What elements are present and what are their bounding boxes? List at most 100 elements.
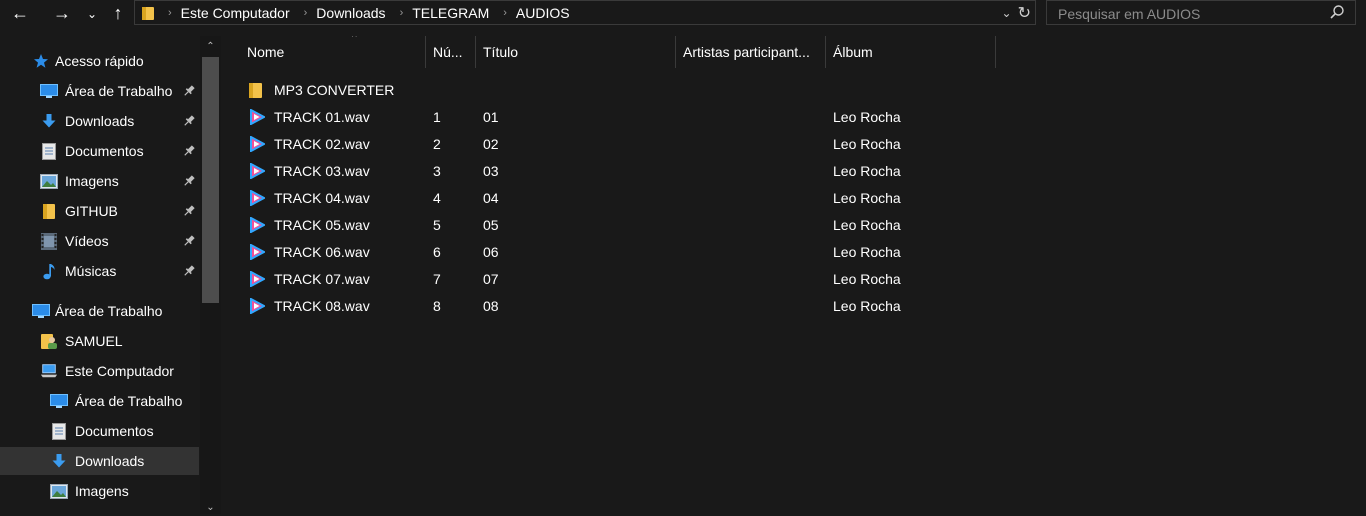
sidebar-item[interactable]: Vídeos — [0, 227, 199, 255]
file-number-cell: 7 — [433, 271, 441, 287]
navigation-bar: ← → ⌄ ↑ › Este Computador › Downloads › … — [0, 0, 1366, 27]
file-row[interactable]: TRACK 08.wav 8 08 Leo Rocha — [246, 293, 1006, 320]
column-header-name[interactable]: Nome ^ — [247, 36, 425, 68]
sidebar-item-label: Área de Trabalho — [65, 83, 173, 99]
search-input[interactable] — [1056, 4, 1320, 24]
file-row[interactable]: TRACK 07.wav 7 07 Leo Rocha — [246, 266, 1006, 293]
refresh-icon[interactable]: ↻ — [1018, 3, 1031, 23]
chevron-right-icon[interactable]: › — [168, 7, 172, 19]
up-arrow-icon[interactable]: ↑ — [106, 0, 130, 27]
sidebar-item-label: Downloads — [75, 453, 145, 469]
breadcrumb-item-este-computador[interactable]: Este Computador — [181, 5, 290, 21]
file-title-cell: 06 — [483, 244, 499, 260]
column-header-label: Álbum — [833, 44, 873, 60]
column-divider[interactable] — [425, 36, 426, 68]
recent-locations-chevron-icon[interactable]: ⌄ — [84, 0, 100, 27]
sidebar-item[interactable]: Documentos — [0, 417, 199, 445]
sidebar-item-label: Área de Trabalho — [75, 393, 183, 409]
column-divider[interactable] — [995, 36, 996, 68]
file-number-cell: 3 — [433, 163, 441, 179]
document-icon — [50, 422, 68, 440]
breadcrumb-item-telegram[interactable]: TELEGRAM — [412, 5, 489, 21]
file-row[interactable]: TRACK 01.wav 1 01 Leo Rocha — [246, 104, 1006, 131]
sidebar-item-label: Imagens — [65, 173, 119, 189]
sidebar-item[interactable]: Este Computador — [0, 357, 199, 385]
breadcrumb-item-downloads[interactable]: Downloads — [316, 5, 385, 21]
chevron-right-icon[interactable]: › — [304, 7, 308, 19]
column-header-title[interactable]: Título — [483, 36, 673, 68]
sidebar-item[interactable]: Área de Trabalho — [0, 387, 199, 415]
file-name-cell: TRACK 01.wav — [274, 109, 370, 125]
audio-file-icon — [249, 108, 267, 126]
file-number-cell: 4 — [433, 190, 441, 206]
sidebar-item[interactable]: Imagens — [0, 167, 199, 195]
file-album-cell: Leo Rocha — [833, 190, 901, 206]
file-name-cell: TRACK 08.wav — [274, 298, 370, 314]
column-header-number[interactable]: Nú... — [433, 36, 473, 68]
desktop-icon — [40, 82, 58, 100]
sidebar-item[interactable]: Área de Trabalho — [0, 297, 199, 325]
sidebar-item[interactable]: Documentos — [0, 137, 199, 165]
file-number-cell: 8 — [433, 298, 441, 314]
address-dropdown-icon[interactable]: ⌄ — [1002, 6, 1012, 20]
sidebar-item[interactable]: Downloads — [0, 107, 199, 135]
image-icon — [40, 172, 58, 190]
download-icon — [50, 452, 68, 470]
column-divider[interactable] — [675, 36, 676, 68]
address-actions: ⌄ ↻ — [1002, 1, 1031, 24]
column-header-album[interactable]: Álbum — [833, 36, 993, 68]
sidebar-item-label: Área de Trabalho — [55, 303, 163, 319]
scroll-up-icon[interactable]: ⌃ — [200, 38, 221, 55]
file-number-cell: 5 — [433, 217, 441, 233]
file-name-cell: TRACK 03.wav — [274, 163, 370, 179]
column-header-label: Nome — [247, 44, 285, 60]
column-divider[interactable] — [825, 36, 826, 68]
folder-icon — [40, 202, 58, 220]
back-arrow-icon[interactable]: ← — [6, 0, 34, 27]
sidebar-item-label: Acesso rápido — [55, 53, 144, 69]
user-folder-icon — [40, 332, 58, 350]
file-row[interactable]: TRACK 03.wav 3 03 Leo Rocha — [246, 158, 1006, 185]
search-icon[interactable] — [1329, 4, 1345, 20]
sort-ascending-icon: ^ — [352, 36, 357, 43]
address-bar[interactable]: › Este Computador › Downloads › TELEGRAM… — [134, 0, 1036, 25]
sidebar-item[interactable]: GITHUB — [0, 197, 199, 225]
file-album-cell: Leo Rocha — [833, 244, 901, 260]
file-row[interactable]: TRACK 04.wav 4 04 Leo Rocha — [246, 185, 1006, 212]
breadcrumb-item-audios[interactable]: AUDIOS — [516, 5, 570, 21]
file-row[interactable]: TRACK 05.wav 5 05 Leo Rocha — [246, 212, 1006, 239]
file-title-cell: 07 — [483, 271, 499, 287]
sidebar-item[interactable]: Músicas — [0, 257, 199, 285]
sidebar-item[interactable]: Imagens — [0, 477, 199, 505]
file-folder-icon — [249, 82, 265, 98]
file-name-cell: MP3 CONVERTER — [274, 82, 395, 98]
sidebar-item[interactable]: Downloads — [0, 447, 199, 475]
sidebar-item[interactable]: Área de Trabalho — [0, 77, 199, 105]
audio-file-icon — [249, 162, 267, 180]
chevron-right-icon[interactable]: › — [503, 7, 507, 19]
sidebar-item-label: Documentos — [75, 423, 154, 439]
folder-icon — [142, 6, 154, 20]
scroll-down-icon[interactable]: ⌄ — [200, 499, 221, 516]
forward-arrow-icon[interactable]: → — [48, 0, 76, 27]
file-title-cell: 05 — [483, 217, 499, 233]
desktop-icon — [32, 302, 50, 320]
chevron-right-icon[interactable]: › — [400, 7, 404, 19]
file-number-cell: 2 — [433, 136, 441, 152]
file-name-cell: TRACK 07.wav — [274, 271, 370, 287]
navigation-pane-scrollbar[interactable]: ⌃ ⌄ — [200, 36, 221, 514]
column-header-artists[interactable]: Artistas participant... — [683, 36, 823, 68]
file-row[interactable]: TRACK 06.wav 6 06 Leo Rocha — [246, 239, 1006, 266]
column-divider[interactable] — [475, 36, 476, 68]
sidebar-item-label: Músicas — [65, 263, 117, 279]
audio-file-icon — [249, 243, 267, 261]
file-row[interactable]: MP3 CONVERTER — [246, 77, 1006, 104]
document-icon — [40, 142, 58, 160]
sidebar-item[interactable]: SAMUEL — [0, 327, 199, 355]
sidebar-item[interactable]: Acesso rápido — [0, 47, 199, 75]
file-row[interactable]: TRACK 02.wav 2 02 Leo Rocha — [246, 131, 1006, 158]
scrollbar-thumb[interactable] — [202, 57, 219, 303]
file-title-cell: 04 — [483, 190, 499, 206]
navigation-pane: Acesso rápido Área de Trabalho Downloads Do… — [0, 36, 221, 514]
search-box[interactable] — [1046, 0, 1356, 25]
